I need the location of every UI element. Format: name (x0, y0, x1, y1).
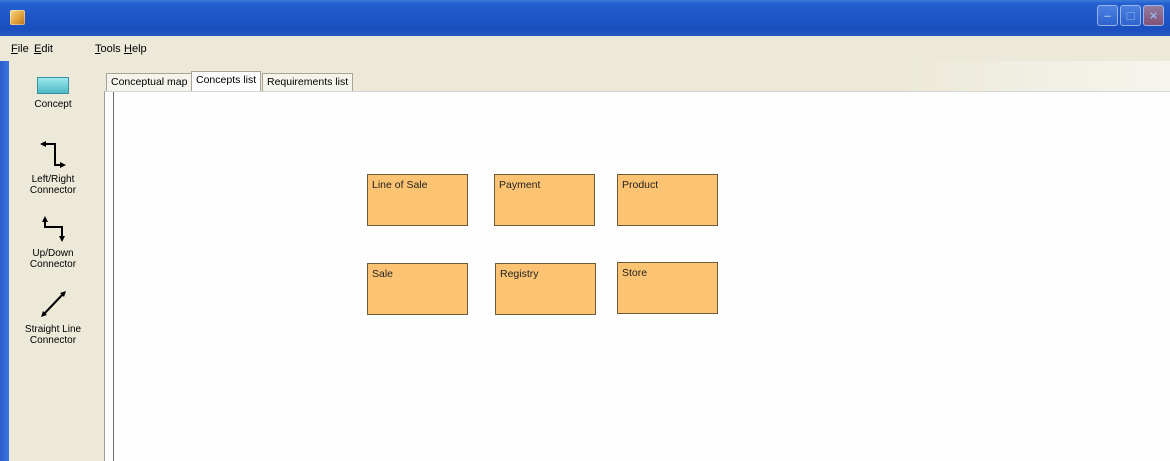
concept-box[interactable]: Registry (495, 263, 596, 315)
left-right-connector-label-2: Connector (29, 185, 77, 196)
tab-concepts-list[interactable]: Concepts list (191, 71, 262, 92)
menu-bar: File Edit Tools Help (0, 38, 1170, 60)
minimize-button[interactable]: – (1097, 5, 1118, 26)
close-button[interactable]: × (1143, 5, 1164, 26)
menu-edit[interactable]: Edit (34, 43, 53, 55)
toolbox: Concept Left/Right Connector Up/Down Con… (0, 61, 97, 461)
up-down-connector-label-1: Up/Down (32, 248, 74, 259)
diagram-canvas[interactable]: Line of Sale Payment Product Sale Regist… (104, 91, 1170, 461)
concept-tool[interactable]: Concept (9, 77, 97, 110)
menu-help[interactable]: Help (124, 43, 147, 55)
tab-conceptual-map[interactable]: Conceptual map (106, 73, 193, 91)
tab-strip: Conceptual map Concepts list Requirement… (97, 61, 1170, 92)
menu-tools[interactable]: Tools (95, 43, 121, 55)
concept-box[interactable]: Line of Sale (367, 174, 468, 226)
concept-box[interactable]: Payment (494, 174, 595, 226)
maximize-button[interactable]: □ (1120, 5, 1141, 26)
straight-line-connector-label-1: Straight Line (24, 324, 82, 335)
up-down-connector-label-2: Connector (29, 259, 77, 270)
left-right-connector-tool[interactable]: Left/Right Connector (9, 139, 97, 196)
concept-box[interactable]: Store (617, 262, 718, 314)
window-left-edge (0, 61, 9, 461)
up-down-connector-icon (42, 216, 65, 242)
up-down-connector-tool[interactable]: Up/Down Connector (9, 213, 97, 270)
application-window: – □ × File Edit Tools Help Concept Left/… (0, 0, 1170, 461)
concept-box[interactable]: Sale (367, 263, 468, 315)
title-bar: – □ × (0, 0, 1170, 36)
canvas-area: Line of Sale Payment Product Sale Regist… (113, 92, 1170, 461)
window-controls: – □ × (1097, 5, 1164, 26)
app-icon (10, 10, 25, 25)
tab-requirements-list[interactable]: Requirements list (262, 73, 354, 91)
left-right-connector-icon (40, 141, 66, 168)
concept-tool-label: Concept (34, 99, 72, 110)
straight-line-connector-label-2: Connector (29, 335, 77, 346)
straight-line-connector-icon (41, 291, 66, 317)
concept-box[interactable]: Product (617, 174, 718, 226)
straight-line-connector-tool[interactable]: Straight Line Connector (9, 287, 97, 346)
left-right-connector-label-1: Left/Right (31, 174, 75, 185)
concept-icon (37, 77, 69, 94)
menu-file[interactable]: File (11, 43, 29, 55)
